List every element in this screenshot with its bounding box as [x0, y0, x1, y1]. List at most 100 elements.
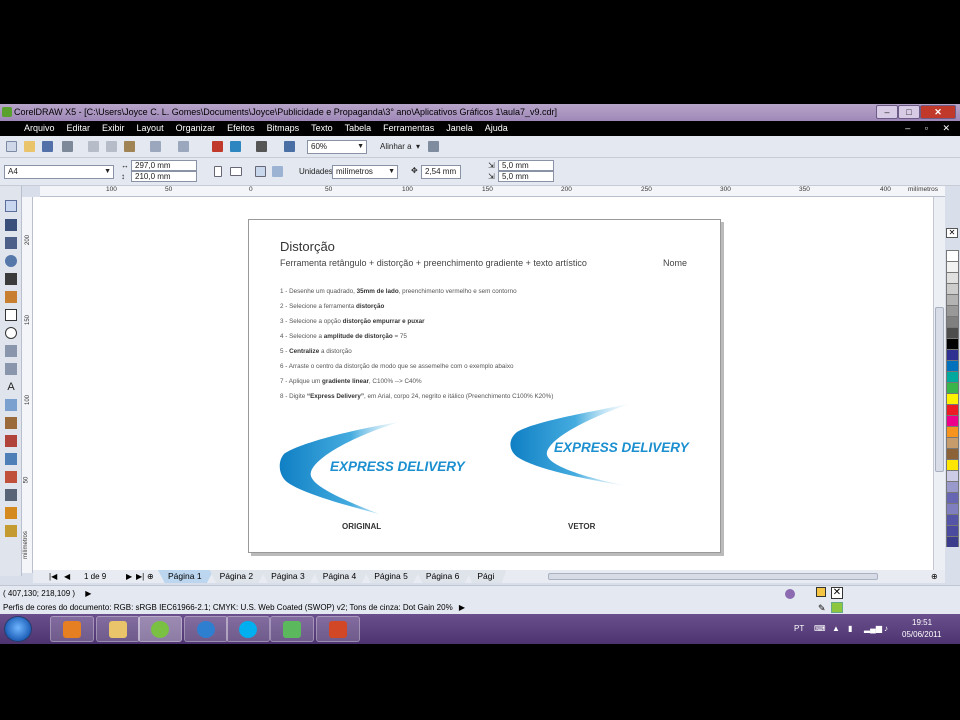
menu-texto[interactable]: Texto [311, 121, 333, 136]
tab-page-6[interactable]: Página 6 [415, 570, 472, 583]
landscape-icon[interactable] [230, 167, 242, 176]
color-swatch[interactable] [946, 250, 959, 261]
color-swatch[interactable] [946, 525, 959, 536]
menu-tabela[interactable]: Tabela [345, 121, 372, 136]
app-launcher-icon[interactable] [256, 141, 267, 152]
instruction-step[interactable]: 2 - Selecione a ferramenta distorção [280, 303, 553, 318]
instruction-step[interactable]: 6 - Arraste o centro da distorção de mod… [280, 363, 553, 378]
new-icon[interactable] [6, 141, 17, 152]
zoom-select[interactable]: 60% ▼ [307, 140, 367, 154]
taskbar-explorer[interactable] [96, 616, 140, 642]
duplicate-y-input[interactable]: 5,0 mm [498, 171, 554, 182]
tab-page-3[interactable]: Página 3 [261, 570, 317, 583]
color-swatch[interactable] [946, 305, 959, 316]
color-swatch[interactable] [946, 294, 959, 305]
copy-icon[interactable] [106, 141, 117, 152]
name-label[interactable]: Nome [663, 258, 687, 268]
export-icon[interactable] [230, 141, 241, 152]
print-icon[interactable] [62, 141, 73, 152]
color-swatch[interactable] [946, 514, 959, 525]
zoom-tool-icon[interactable] [5, 255, 17, 267]
options-icon[interactable] [428, 141, 439, 152]
signal-icon[interactable]: ▂▄▆ [864, 624, 882, 633]
menu-editar[interactable]: Editar [67, 121, 91, 136]
tab-page-5[interactable]: Página 5 [364, 570, 420, 583]
volume-icon[interactable]: ♪ [884, 624, 888, 633]
menu-exibir[interactable]: Exibir [102, 121, 125, 136]
color-swatch[interactable] [946, 316, 959, 327]
taskbar-internet-explorer[interactable] [184, 616, 228, 642]
close-button[interactable]: ✕ [920, 105, 956, 119]
tab-page-1[interactable]: Página 1 [158, 570, 214, 583]
color-swatch[interactable] [946, 481, 959, 492]
instruction-step[interactable]: 5 - Centralize a distorção [280, 348, 553, 363]
outline-pen-tool-icon[interactable] [5, 489, 17, 501]
color-swatch[interactable] [946, 415, 959, 426]
first-page-icon[interactable]: |◀ [49, 570, 57, 583]
maximize-button[interactable]: □ [898, 105, 920, 119]
color-swatch[interactable] [946, 437, 959, 448]
units-select[interactable]: milímetros ▼ [332, 165, 398, 179]
eyedropper-tool-icon[interactable] [5, 471, 17, 483]
undo-icon[interactable] [150, 141, 161, 152]
ellipse-tool-icon[interactable] [5, 327, 17, 339]
welcome-screen-icon[interactable] [284, 141, 295, 152]
interactive-fill-tool-icon[interactable] [5, 525, 17, 537]
tab-page-4[interactable]: Página 4 [312, 570, 369, 583]
instruction-step[interactable]: 3 - Selecione a opção distorção empurrar… [280, 318, 553, 333]
color-swatch[interactable] [946, 371, 959, 382]
instruction-step[interactable]: 1 - Desenhe um quadrado, 35mm de lado, p… [280, 288, 553, 303]
smart-fill-tool-icon[interactable] [5, 291, 17, 303]
text-tool-icon[interactable]: A [5, 381, 17, 393]
express-delivery-logo-original[interactable]: EXPRESS DELIVERY [279, 418, 479, 518]
caption-vetor[interactable]: VETOR [568, 522, 595, 531]
page-width-input[interactable]: 297,0 mm [131, 160, 197, 171]
paper-size-select[interactable]: A4 ▼ [4, 165, 114, 179]
coords-arrow-icon[interactable]: ▶ [85, 589, 91, 598]
taskbar-coreldraw[interactable] [138, 616, 182, 642]
tab-page-7-partial[interactable]: Pági [467, 570, 507, 583]
cut-icon[interactable] [88, 141, 99, 152]
color-swatch[interactable] [946, 536, 959, 547]
prev-page-icon[interactable]: ◀ [64, 570, 70, 583]
color-swatch[interactable] [946, 272, 959, 283]
express-delivery-logo-vector[interactable]: EXPRESS DELIVERY [509, 398, 709, 498]
color-swatch[interactable] [946, 459, 959, 470]
menu-ferramentas[interactable]: Ferramentas [383, 121, 434, 136]
rectangle-tool-icon[interactable] [5, 309, 17, 321]
freehand-tool-icon[interactable] [5, 273, 17, 285]
vertical-ruler[interactable]: 200 150 100 50 milímetros [22, 197, 33, 573]
menu-layout[interactable]: Layout [137, 121, 164, 136]
document-page[interactable]: Distorção Ferramenta retângulo + distorç… [248, 219, 721, 553]
redo-icon[interactable] [178, 141, 189, 152]
color-swatch[interactable] [946, 404, 959, 415]
instruction-step[interactable]: 4 - Selecione a amplitude de distorção =… [280, 333, 553, 348]
language-indicator[interactable]: PT [794, 624, 804, 633]
color-swatch[interactable] [946, 349, 959, 360]
snap-dropdown-icon[interactable]: ▾ [416, 141, 420, 153]
menu-janela[interactable]: Janela [446, 121, 473, 136]
profile-arrow-icon[interactable]: ▶ [459, 603, 465, 612]
parallel-dimension-tool-icon[interactable] [5, 417, 17, 429]
color-swatch[interactable] [946, 492, 959, 503]
taskbar-powerpoint[interactable] [316, 616, 360, 642]
network-icon[interactable]: ▮ [848, 624, 852, 633]
clock-time[interactable]: 19:51 [912, 618, 932, 627]
menu-organizar[interactable]: Organizar [176, 121, 216, 136]
start-button[interactable] [4, 616, 32, 642]
connector-tool-icon[interactable] [5, 435, 17, 447]
page-subtitle[interactable]: Ferramenta retângulo + distorção + preen… [280, 258, 587, 268]
color-swatch[interactable] [946, 283, 959, 294]
caption-original[interactable]: ORIGINAL [342, 522, 381, 531]
menu-bitmaps[interactable]: Bitmaps [267, 121, 300, 136]
no-color-swatch[interactable]: ✕ [946, 228, 958, 238]
duplicate-x-input[interactable]: 5,0 mm [498, 160, 554, 171]
drawing-canvas[interactable]: Distorção Ferramenta retângulo + distorç… [33, 197, 933, 573]
snap-to-label[interactable]: Alinhar a [380, 141, 412, 153]
page-title[interactable]: Distorção [280, 239, 335, 254]
color-swatch[interactable] [946, 327, 959, 338]
pick-tool-icon[interactable] [5, 200, 17, 212]
open-icon[interactable] [24, 141, 35, 152]
color-profile-text[interactable]: Perfis de cores do documento: RGB: sRGB … [3, 603, 453, 612]
color-swatch[interactable] [946, 360, 959, 371]
